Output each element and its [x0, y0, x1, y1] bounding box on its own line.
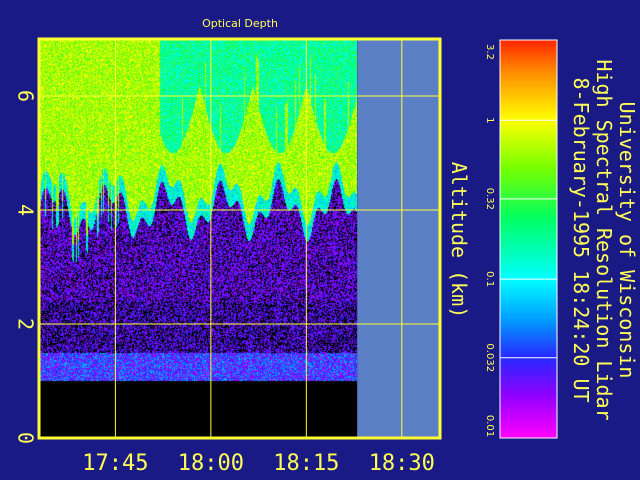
x-axis-ticks: 17:45 18:00 18:15 18:30 — [82, 451, 435, 476]
x-tick-label: 18:00 — [178, 451, 244, 476]
optical-depth-chart: Optical Depth 0246 17:45 18:00 18:15 18:30 … — [14, 17, 640, 476]
y-axis-label: Altitude (km) — [447, 162, 471, 319]
header-line-2: High Spectral Resolution Lidar — [592, 59, 616, 420]
heatmap-image — [39, 39, 357, 438]
chart-title: Optical Depth — [202, 17, 278, 30]
colorbar-tick-label: 0.32 — [484, 188, 495, 210]
y-tick-label: 2 — [14, 318, 38, 330]
colorbar-tick-label: 0.1 — [484, 271, 495, 287]
header-line-3: 8-February-1995 18:24:20 UT — [569, 77, 593, 402]
colorbar: 3.2 1 0.32 0.1 0.032 0.01 — [484, 39, 558, 439]
y-tick-label: 0 — [14, 432, 38, 444]
y-tick-label: 4 — [14, 204, 38, 216]
x-tick-label: 18:15 — [273, 451, 339, 476]
y-tick-label: 6 — [14, 90, 38, 102]
plot-area — [37, 37, 442, 440]
colorbar-tick-label: 3.2 — [484, 44, 495, 60]
colorbar-gradient — [500, 40, 557, 438]
colorbar-tick-label: 1 — [484, 117, 495, 123]
y-axis-ticks: 0 2 4 6 — [14, 90, 38, 444]
colorbar-tick-label: 0.032 — [484, 343, 495, 372]
x-tick-label: 18:30 — [369, 451, 435, 476]
no-data-region — [357, 39, 440, 438]
lidar-plot-window: Optical Depth 0246 17:45 18:00 18:15 18:30 … — [0, 0, 640, 480]
colorbar-tick-label: 0.01 — [484, 415, 495, 437]
header-line-1: University of Wisconsin — [615, 102, 639, 379]
x-tick-label: 17:45 — [82, 451, 148, 476]
